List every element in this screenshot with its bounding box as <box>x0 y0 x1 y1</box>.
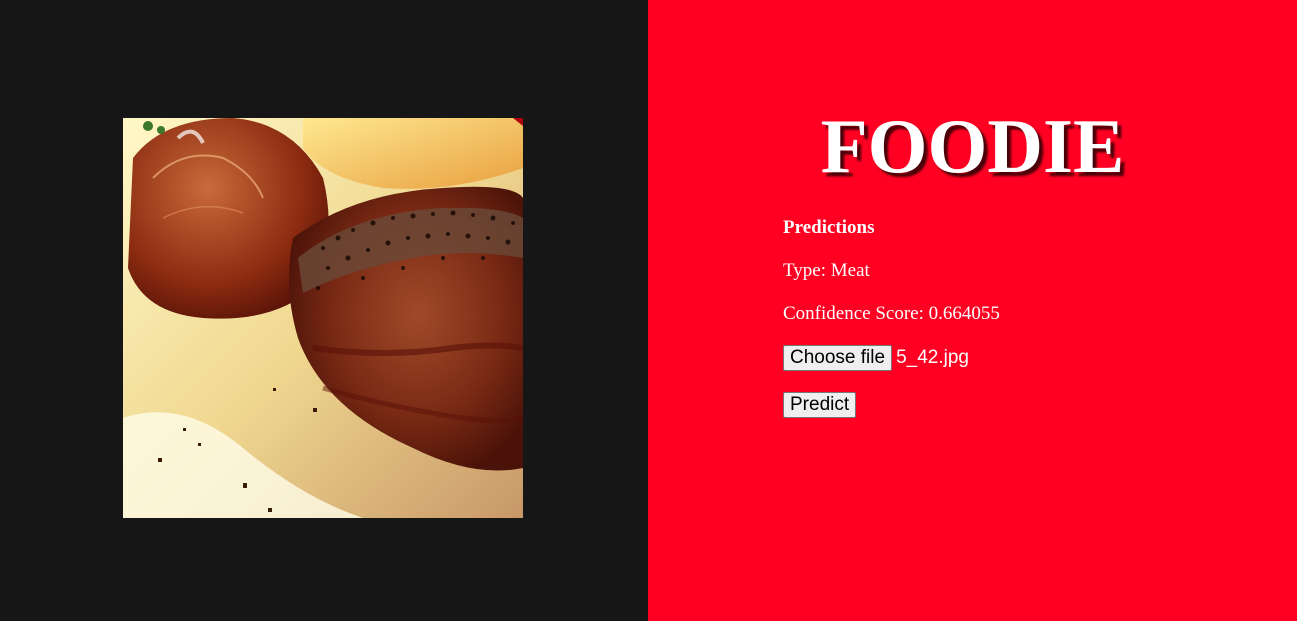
image-preview-pane <box>0 0 648 621</box>
app-title: FOODIE <box>820 103 1125 189</box>
page: FOODIE Predictions Type: Meat Confidence… <box>0 0 1297 621</box>
file-input[interactable]: Choose file 5_42.jpg <box>783 344 1263 372</box>
selected-file-name: 5_42.jpg <box>896 347 969 368</box>
confidence-score: Confidence Score: 0.664055 <box>783 303 1000 324</box>
choose-file-button[interactable]: Choose file <box>783 345 893 371</box>
predict-button[interactable]: Predict <box>783 392 857 418</box>
prediction-type: Type: Meat <box>783 260 870 281</box>
food-image <box>123 118 523 518</box>
prediction-panel: Predictions Type: Meat Confidence Score:… <box>783 215 1263 418</box>
prediction-pane: FOODIE Predictions Type: Meat Confidence… <box>648 0 1297 621</box>
predictions-heading: Predictions <box>783 217 875 238</box>
